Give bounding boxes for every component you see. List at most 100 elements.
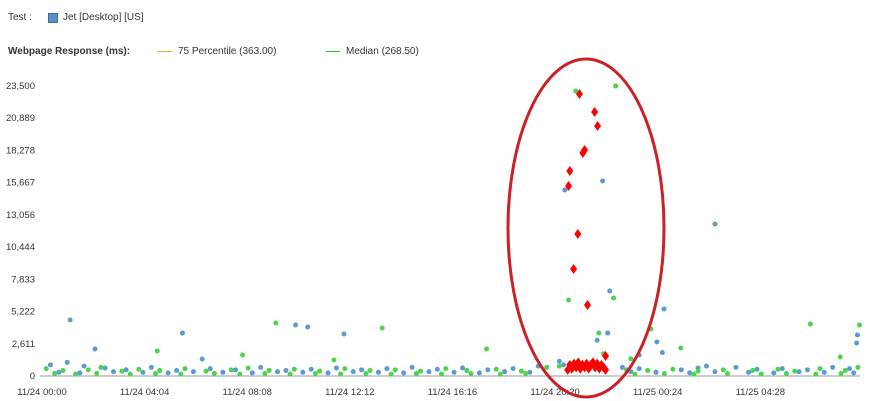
y-tick-label: 13,056 — [6, 210, 35, 221]
response-point — [148, 364, 154, 370]
response-point — [283, 367, 289, 373]
median-point — [127, 371, 133, 377]
response-point — [796, 369, 802, 375]
median-point — [857, 322, 863, 328]
outlier-point — [591, 107, 599, 118]
response-point — [359, 367, 365, 373]
median-point — [119, 368, 125, 374]
response-point — [434, 366, 440, 372]
median-point — [523, 371, 529, 377]
response-point — [258, 364, 264, 370]
response-point — [619, 364, 625, 370]
x-tick-label: 11/24 08:08 — [222, 387, 271, 398]
response-point — [561, 362, 567, 368]
response-point — [308, 366, 314, 372]
response-point — [460, 365, 466, 371]
y-tick-label: 5,222 — [11, 307, 35, 318]
response-point — [305, 324, 311, 330]
x-tick-label: 11/25 00:24 — [633, 387, 682, 398]
response-point — [556, 358, 562, 364]
median-point — [60, 367, 66, 373]
median-point — [182, 366, 188, 372]
median-point — [817, 366, 823, 372]
response-point — [384, 366, 390, 372]
outlier-point — [570, 264, 578, 275]
median-point — [484, 346, 490, 352]
response-point — [190, 369, 196, 375]
outlier-point — [594, 120, 602, 131]
median-point — [388, 371, 394, 377]
median-point — [807, 321, 813, 327]
median-point — [556, 363, 562, 369]
response-point — [165, 370, 171, 376]
median-point — [611, 295, 617, 301]
response-point — [830, 364, 836, 370]
response-point — [401, 370, 407, 376]
median-point — [85, 367, 91, 373]
response-point — [140, 369, 146, 375]
response-point — [333, 365, 339, 371]
response-point — [854, 340, 860, 346]
x-tick-label: 11/24 16:16 — [428, 387, 477, 398]
response-point — [92, 346, 98, 352]
response-point — [220, 369, 226, 375]
median-point — [338, 371, 344, 377]
median-point — [363, 371, 369, 377]
response-point — [733, 364, 739, 370]
response-point — [179, 330, 185, 336]
median-point — [661, 371, 667, 377]
median-point — [379, 325, 385, 331]
response-point — [409, 364, 415, 370]
median-point — [211, 371, 217, 377]
median-point — [418, 368, 424, 374]
response-point — [653, 369, 659, 375]
response-point — [341, 331, 347, 337]
response-point — [687, 370, 693, 376]
median-point — [725, 371, 731, 377]
median-point — [237, 371, 243, 377]
median-point — [497, 371, 503, 377]
median-point — [52, 371, 58, 377]
response-point — [562, 187, 568, 193]
median-point — [43, 366, 49, 372]
median-point — [837, 354, 843, 360]
x-tick-label: 11/24 20:20 — [530, 387, 579, 398]
response-point — [771, 370, 777, 376]
median-point — [331, 357, 337, 363]
response-point — [77, 370, 83, 376]
median-point — [287, 371, 293, 377]
median-point — [758, 371, 764, 377]
median-point — [750, 367, 756, 373]
response-point — [607, 288, 613, 294]
y-tick-label: 20,889 — [6, 113, 35, 124]
response-point — [275, 369, 281, 375]
median-point — [720, 367, 726, 373]
median-point — [775, 366, 781, 372]
response-point — [502, 369, 508, 375]
median-point — [203, 368, 209, 374]
median-point — [439, 371, 445, 377]
response-point — [654, 339, 660, 345]
response-point — [678, 367, 684, 373]
response-point — [476, 370, 482, 376]
median-point — [153, 371, 159, 377]
response-point — [703, 363, 709, 369]
outlier-point — [566, 166, 574, 177]
response-point — [199, 356, 205, 362]
outlier-point — [583, 300, 591, 311]
y-tick-label: 15,667 — [6, 178, 35, 189]
y-tick-label: 18,278 — [6, 145, 35, 156]
y-tick-label: 7,833 — [11, 274, 35, 285]
median-point — [342, 366, 348, 372]
response-point — [485, 367, 491, 373]
median-point — [493, 366, 499, 372]
outlier-point — [574, 228, 582, 239]
response-point — [659, 350, 665, 356]
response-point — [325, 370, 331, 376]
median-point — [228, 367, 234, 373]
median-point — [468, 371, 474, 377]
response-point — [426, 369, 432, 375]
median-point — [783, 371, 789, 377]
response-point — [451, 369, 457, 375]
median-point — [632, 371, 638, 377]
